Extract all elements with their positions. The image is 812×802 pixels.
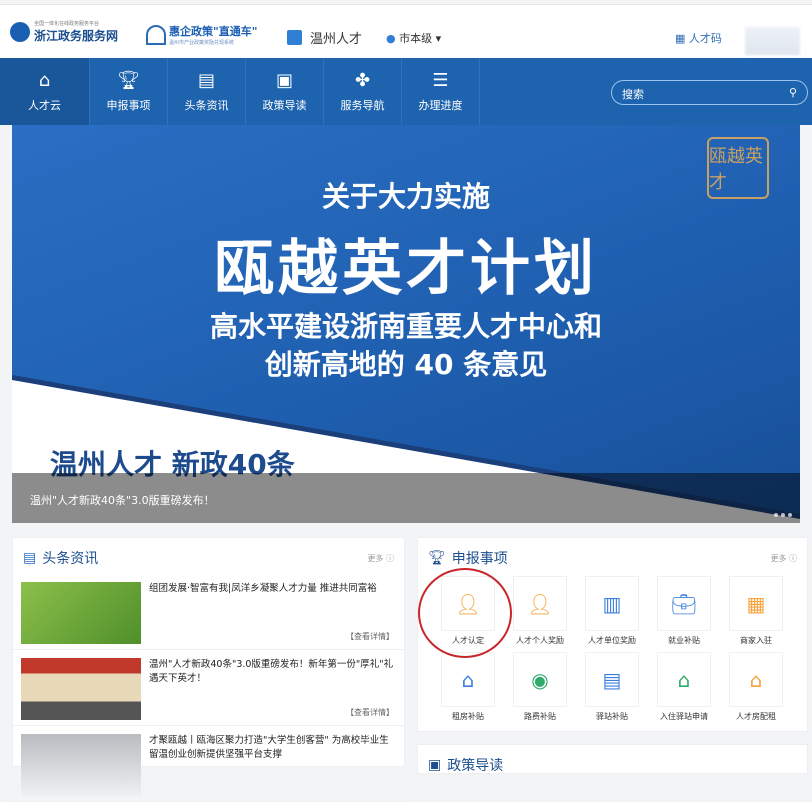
nav-label: 办理进度 — [418, 98, 463, 112]
news-title: 头条资讯 — [42, 551, 99, 567]
site-label: 温州人才 — [310, 32, 363, 47]
apply-item[interactable]: ⌂ 人才房配租 — [720, 652, 792, 728]
carousel-dots[interactable] — [774, 513, 792, 517]
arch-icon — [146, 24, 166, 45]
user-avatar[interactable] — [745, 27, 800, 55]
location-pin-icon: ● — [386, 32, 396, 45]
apply-item[interactable]: ⌂ 入住驿站申请 — [648, 652, 720, 728]
banner-line1: 关于大力实施 — [321, 180, 490, 213]
nav-label: 申报事项 — [106, 98, 151, 112]
policy-logo-subtitle: 温州市产业政策奖励兑现系统 — [169, 40, 235, 46]
apply-item-label: 人才房配租 — [736, 712, 776, 721]
news-item[interactable]: 才聚瓯越丨瓯海区聚力打造"大学生创客营" 为高校毕业生留温创业创新提供坚强平台支… — [13, 726, 404, 802]
apply-item-icon: 👤︎ — [513, 576, 567, 631]
news-more-link[interactable]: 更多 ⓘ — [367, 553, 394, 564]
news-panel: ▤ 头条资讯 更多 ⓘ 组团发展·智富有我|凤洋乡凝聚人才力量 推进共同富裕 【查看详… — [12, 537, 405, 802]
apply-item-icon: ⌂ — [441, 652, 495, 707]
site-name[interactable]: 温州人才 — [287, 28, 362, 47]
news-headline[interactable]: 才聚瓯越丨瓯海区聚力打造"大学生创客营" 为高校毕业生留温创业创新提供坚强平台支… — [149, 734, 396, 801]
apply-item[interactable]: ▤ 驿站补贴 — [576, 652, 648, 728]
apply-item[interactable]: 👤︎ 人才个人奖励 — [504, 576, 576, 652]
talent-code-link[interactable]: ▦ 人才码 — [675, 30, 722, 46]
book-icon: ▣ — [428, 757, 442, 773]
logo-subtitle: 全国一体化在线政务服务平台 — [34, 21, 100, 27]
nav-item-news[interactable]: ▤ 头条资讯 — [168, 58, 246, 125]
nav-label: 服务导航 — [340, 98, 385, 112]
banner-carousel[interactable]: 瓯越英才 关于大力实施 瓯越英才计划 高水平建设浙南重要人才中心和 创新高地的 … — [12, 125, 800, 523]
policy-logo-title: 惠企政策"直通车" — [169, 25, 258, 38]
apply-item-label: 就业补贴 — [668, 636, 700, 645]
zjzwfw-logo-icon — [10, 22, 30, 42]
banner-line3: 高水平建设浙南重要人才中心和 — [209, 310, 602, 343]
document-icon: ▤ — [197, 69, 215, 91]
apply-item-icon: ▦ — [729, 576, 783, 631]
news-thumbnail — [21, 734, 141, 796]
apply-item-label: 租房补贴 — [452, 712, 484, 721]
view-details-link[interactable]: 【查看详情】 — [346, 707, 394, 718]
apply-item-label: 人才个人奖励 — [516, 636, 564, 645]
apply-item-label: 入住驿站申请 — [660, 712, 708, 721]
nav-label: 政策导读 — [262, 98, 307, 112]
zjzwfw-logo[interactable]: 全国一体化在线政务服务平台浙江政务服务网 — [10, 20, 118, 44]
news-thumbnail — [21, 658, 141, 720]
policy-title: 政策导读 — [447, 758, 504, 774]
caption-text: 温州"人才新政40条"3.0版重磅发布！ — [30, 494, 215, 507]
nav-item-progress[interactable]: ☰ 办理进度 — [402, 58, 480, 125]
apply-item-icon: ◉ — [513, 652, 567, 707]
news-item[interactable]: 组团发展·智富有我|凤洋乡凝聚人才力量 推进共同富裕 【查看详情】 — [13, 574, 404, 650]
search-icon[interactable]: ⚲ — [789, 86, 797, 99]
news-thumbnail — [21, 582, 141, 644]
trophy-icon: 🏆︎ — [428, 550, 446, 566]
search-input[interactable]: 搜索 ⚲ — [611, 80, 808, 105]
apply-item[interactable]: ⌂ 租房补贴 — [432, 652, 504, 728]
apply-item-icon: ⌂ — [657, 652, 711, 707]
qr-icon: ▦ — [675, 32, 686, 45]
city-selector[interactable]: ● 市本级 ▾ — [386, 30, 441, 46]
apply-more-link[interactable]: 更多 ⓘ — [770, 553, 797, 564]
home-icon: ⌂ — [38, 69, 51, 91]
city-label: 市本级 — [399, 32, 433, 45]
apply-item-label: 驿站补贴 — [596, 712, 628, 721]
banner-caption[interactable]: 温州"人才新政40条"3.0版重磅发布！ — [12, 473, 800, 523]
apply-item-label: 人才单位奖励 — [588, 636, 636, 645]
site-icon — [287, 30, 302, 45]
view-details-link[interactable]: 【查看详情】 — [346, 631, 394, 642]
apply-item[interactable]: ▦ 商家入驻 — [720, 576, 792, 652]
news-item[interactable]: 温州"人才新政40条"3.0版重磅发布！新年第一份"厚礼"礼遇天下英才！ 【查看详… — [13, 650, 404, 726]
apply-item[interactable]: 💼︎ 就业补贴 — [648, 576, 720, 652]
server-icon: ☰ — [432, 69, 449, 91]
nav-item-apply[interactable]: 🏆︎ 申报事项 — [90, 58, 168, 125]
nav-item-policy[interactable]: ▣ 政策导读 — [246, 58, 324, 125]
nav-item-talent-cloud[interactable]: ⌂ 人才云 — [0, 58, 90, 125]
grid-icon: ✤ — [354, 69, 371, 91]
nav-label: 头条资讯 — [184, 98, 229, 112]
logo-title: 浙江政务服务网 — [34, 29, 119, 43]
apply-item-icon: 💼︎ — [657, 576, 711, 631]
apply-item[interactable]: ▥ 人才单位奖励 — [576, 576, 648, 652]
highlight-circle — [418, 568, 512, 658]
search-placeholder: 搜索 — [622, 88, 644, 101]
banner-line2: 瓯越英才计划 — [214, 234, 598, 304]
apply-item[interactable]: ◉ 路费补贴 — [504, 652, 576, 728]
apply-item-label: 商家入驻 — [740, 636, 772, 645]
banner-line4: 创新高地的 40 条意见 — [264, 348, 548, 381]
apply-item-icon: ⌂ — [729, 652, 783, 707]
apply-title: 申报事项 — [451, 551, 508, 567]
apply-item-label: 路费补贴 — [524, 712, 556, 721]
apply-item-icon: ▥ — [585, 576, 639, 631]
book-icon: ▣ — [275, 69, 293, 91]
talent-code-label: 人才码 — [688, 32, 722, 45]
trophy-icon: 🏆︎ — [117, 69, 140, 91]
news-icon: ▤ — [23, 550, 37, 566]
news-headline[interactable]: 组团发展·智富有我|凤洋乡凝聚人才力量 推进共同富裕 — [149, 582, 377, 649]
top-header: 全国一体化在线政务服务平台浙江政务服务网 惠企政策"直通车" 温州市产业政策奖励兑… — [0, 4, 812, 58]
apply-item-icon: ▤ — [585, 652, 639, 707]
policy-logo[interactable]: 惠企政策"直通车" 温州市产业政策奖励兑现系统 — [146, 23, 257, 46]
nav-label: 人才云 — [28, 98, 61, 112]
nav-item-service[interactable]: ✤ 服务导航 — [324, 58, 402, 125]
policy-panel: ▣ 政策导读 — [417, 744, 808, 774]
